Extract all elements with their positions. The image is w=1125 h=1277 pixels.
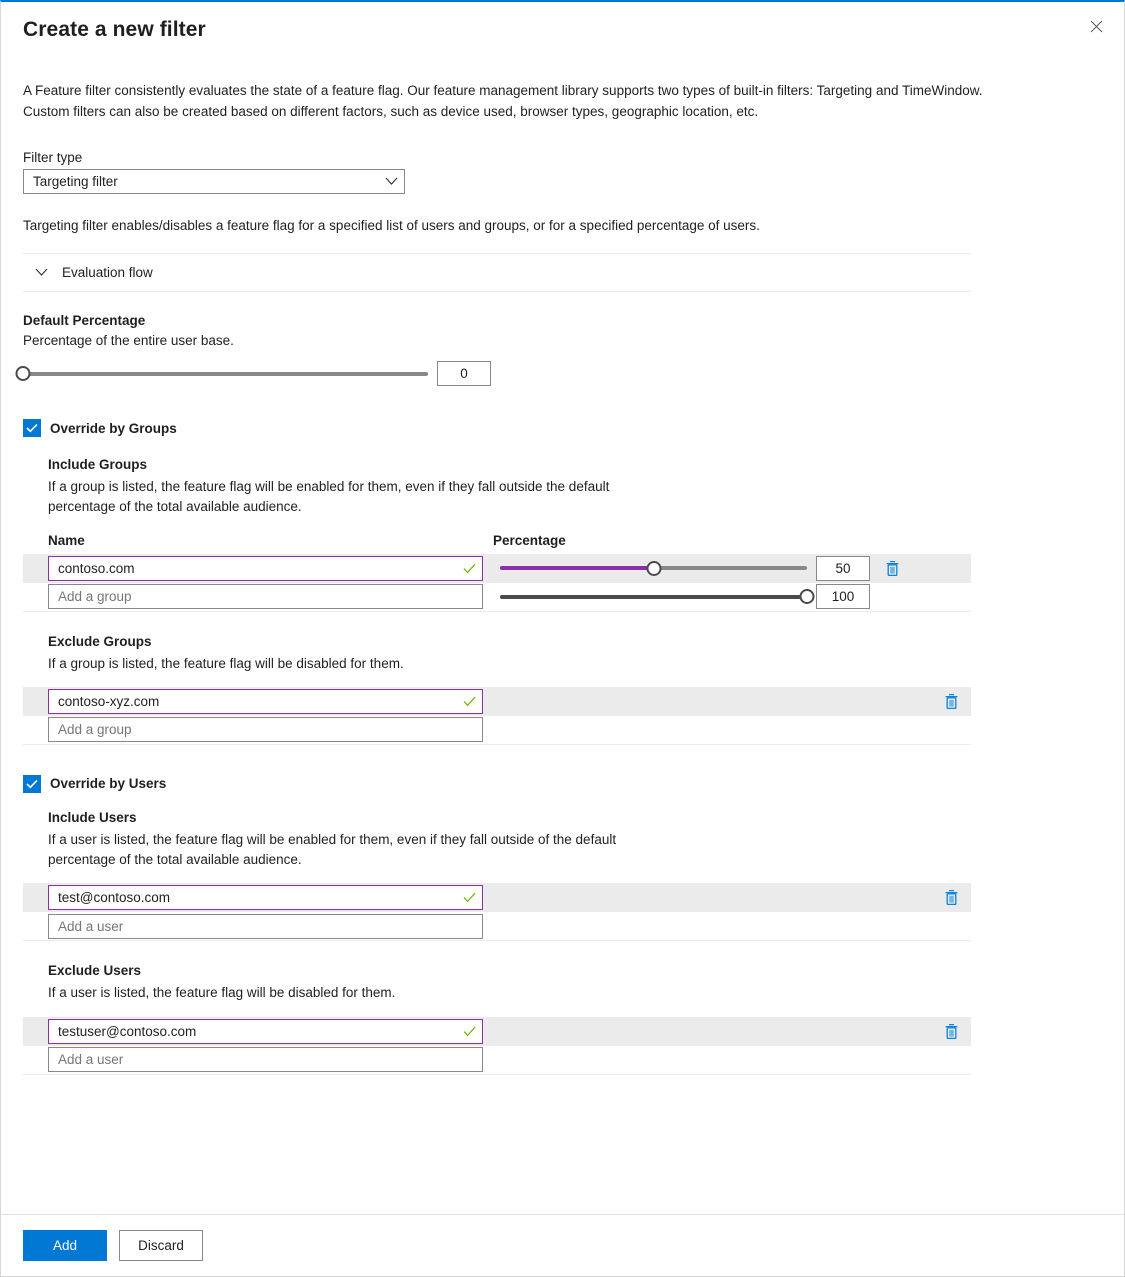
slider-fill	[500, 566, 654, 571]
targeting-filter-description: Targeting filter enables/disables a feat…	[23, 218, 760, 234]
add-group-percentage-cell: 100	[500, 584, 870, 610]
slider-thumb[interactable]	[15, 366, 31, 382]
checkmark-icon	[23, 774, 41, 793]
slider-thumb[interactable]	[799, 589, 815, 605]
slider-thumb[interactable]	[646, 560, 661, 576]
include-users-rows: test@contoso.com Add a user	[23, 883, 1102, 942]
exclude-group-name-value: contoso-xyz.com	[58, 693, 160, 709]
dialog-footer: Add Discard	[1, 1214, 1124, 1276]
add-user-input[interactable]: Add a user	[48, 913, 483, 939]
page-title: Create a new filter	[23, 18, 206, 41]
default-percentage-row: 0	[15, 361, 1102, 387]
add-group-percentage-slider[interactable]	[500, 587, 815, 607]
filter-type-label: Filter type	[23, 150, 83, 166]
include-user-name-value: test@contoso.com	[58, 890, 171, 906]
add-group-percentage-input[interactable]: 100	[816, 584, 870, 610]
slider-track	[23, 371, 428, 376]
exclude-users-description: If a user is listed, the feature flag wi…	[48, 985, 396, 1001]
exclude-groups-description: If a group is listed, the feature flag w…	[48, 655, 404, 671]
dialog-description: A Feature filter consistently evaluates …	[23, 83, 983, 120]
table-row: Add a user	[23, 1046, 971, 1075]
add-exclude-group-input[interactable]: Add a group	[48, 717, 483, 743]
trash-icon[interactable]	[939, 689, 963, 713]
default-percentage-input[interactable]: 0	[437, 361, 491, 387]
exclude-user-name-value: testuser@contoso.com	[58, 1023, 197, 1039]
column-header-name: Name	[48, 532, 85, 548]
include-user-name-input[interactable]: test@contoso.com	[48, 885, 483, 911]
trash-icon[interactable]	[880, 556, 904, 580]
default-percentage-title: Default Percentage	[23, 313, 146, 329]
validation-check-icon	[463, 1026, 476, 1037]
dialog-header: Create a new filter	[1, 2, 1124, 43]
filter-type-value: Targeting filter	[33, 174, 118, 190]
include-users-block: Include Users If a user is listed, the f…	[23, 810, 1102, 871]
close-icon[interactable]	[1080, 10, 1112, 42]
add-group-input[interactable]: Add a group	[48, 584, 483, 610]
column-header-percentage: Percentage	[493, 532, 566, 548]
override-by-groups-section: Override by Groups Include Groups If a g…	[23, 419, 1102, 745]
exclude-users-title: Exclude Users	[48, 963, 142, 979]
evaluation-flow-label: Evaluation flow	[62, 265, 153, 281]
include-group-name-input[interactable]: contoso.com	[48, 555, 483, 581]
include-users-title: Include Users	[48, 809, 137, 825]
slider-track	[500, 594, 807, 599]
trash-icon[interactable]	[939, 1019, 963, 1043]
exclude-user-name-input[interactable]: testuser@contoso.com	[48, 1018, 483, 1044]
table-row: test@contoso.com	[23, 883, 971, 913]
include-groups-column-headers: Name Percentage	[23, 533, 1102, 548]
chevron-down-icon	[35, 265, 48, 280]
table-row: testuser@contoso.com	[23, 1016, 971, 1046]
override-by-users-checkbox[interactable]: Override by Users	[23, 774, 1102, 793]
include-groups-rows: contoso.com 50 Add a group 100	[23, 553, 1102, 612]
override-by-groups-checkbox[interactable]: Override by Groups	[23, 419, 1102, 438]
evaluation-flow-toggle[interactable]: Evaluation flow	[23, 253, 971, 293]
include-groups-description: If a group is listed, the feature flag w…	[48, 479, 610, 515]
discard-button[interactable]: Discard	[119, 1230, 203, 1261]
exclude-group-name-input[interactable]: contoso-xyz.com	[48, 688, 483, 714]
exclude-users-block: Exclude Users If a user is listed, the f…	[23, 963, 1102, 1003]
add-group-placeholder: Add a group	[58, 589, 132, 605]
include-group-name-value: contoso.com	[58, 560, 135, 576]
override-by-users-section: Override by Users Include Users If a use…	[23, 774, 1102, 1075]
default-percentage-section: Default Percentage Percentage of the ent…	[15, 313, 1102, 387]
include-group-percentage-slider[interactable]	[500, 558, 807, 578]
dialog-body: A Feature filter consistently evaluates …	[1, 43, 1124, 1214]
filter-type-select[interactable]: Targeting filter	[23, 169, 405, 195]
default-percentage-slider[interactable]	[15, 364, 428, 384]
add-user-placeholder: Add a user	[58, 918, 124, 934]
exclude-groups-title: Exclude Groups	[48, 633, 152, 649]
override-by-groups-label: Override by Groups	[50, 420, 177, 436]
include-groups-title: Include Groups	[48, 457, 148, 473]
exclude-groups-block: Exclude Groups If a group is listed, the…	[23, 634, 1102, 674]
checkmark-icon	[23, 419, 41, 438]
create-filter-dialog: Create a new filter A Feature filter con…	[0, 0, 1125, 1277]
validation-check-icon	[463, 892, 476, 903]
table-row: Add a group	[23, 716, 971, 745]
include-group-percentage-input[interactable]: 50	[816, 555, 870, 581]
override-by-users-label: Override by Users	[50, 776, 167, 792]
exclude-users-rows: testuser@contoso.com Add a user	[23, 1016, 1102, 1075]
add-exclude-user-input[interactable]: Add a user	[48, 1047, 483, 1073]
include-users-description: If a user is listed, the feature flag wi…	[48, 831, 617, 868]
include-group-percentage-cell: 50	[500, 555, 870, 581]
add-button[interactable]: Add	[23, 1230, 107, 1261]
add-exclude-user-placeholder: Add a user	[58, 1052, 124, 1068]
table-row: contoso-xyz.com	[23, 686, 971, 716]
table-row: contoso.com 50	[23, 553, 971, 583]
exclude-groups-rows: contoso-xyz.com Add a group	[23, 686, 1102, 745]
trash-icon[interactable]	[939, 886, 963, 910]
table-row: Add a user	[23, 912, 971, 942]
validation-check-icon	[463, 563, 476, 574]
chevron-down-icon	[385, 177, 398, 186]
table-row: Add a group 100	[23, 583, 971, 612]
include-groups-block: Include Groups If a group is listed, the…	[23, 457, 1102, 518]
validation-check-icon	[463, 696, 476, 707]
default-percentage-description: Percentage of the entire user base.	[23, 333, 234, 349]
add-exclude-group-placeholder: Add a group	[58, 722, 132, 738]
